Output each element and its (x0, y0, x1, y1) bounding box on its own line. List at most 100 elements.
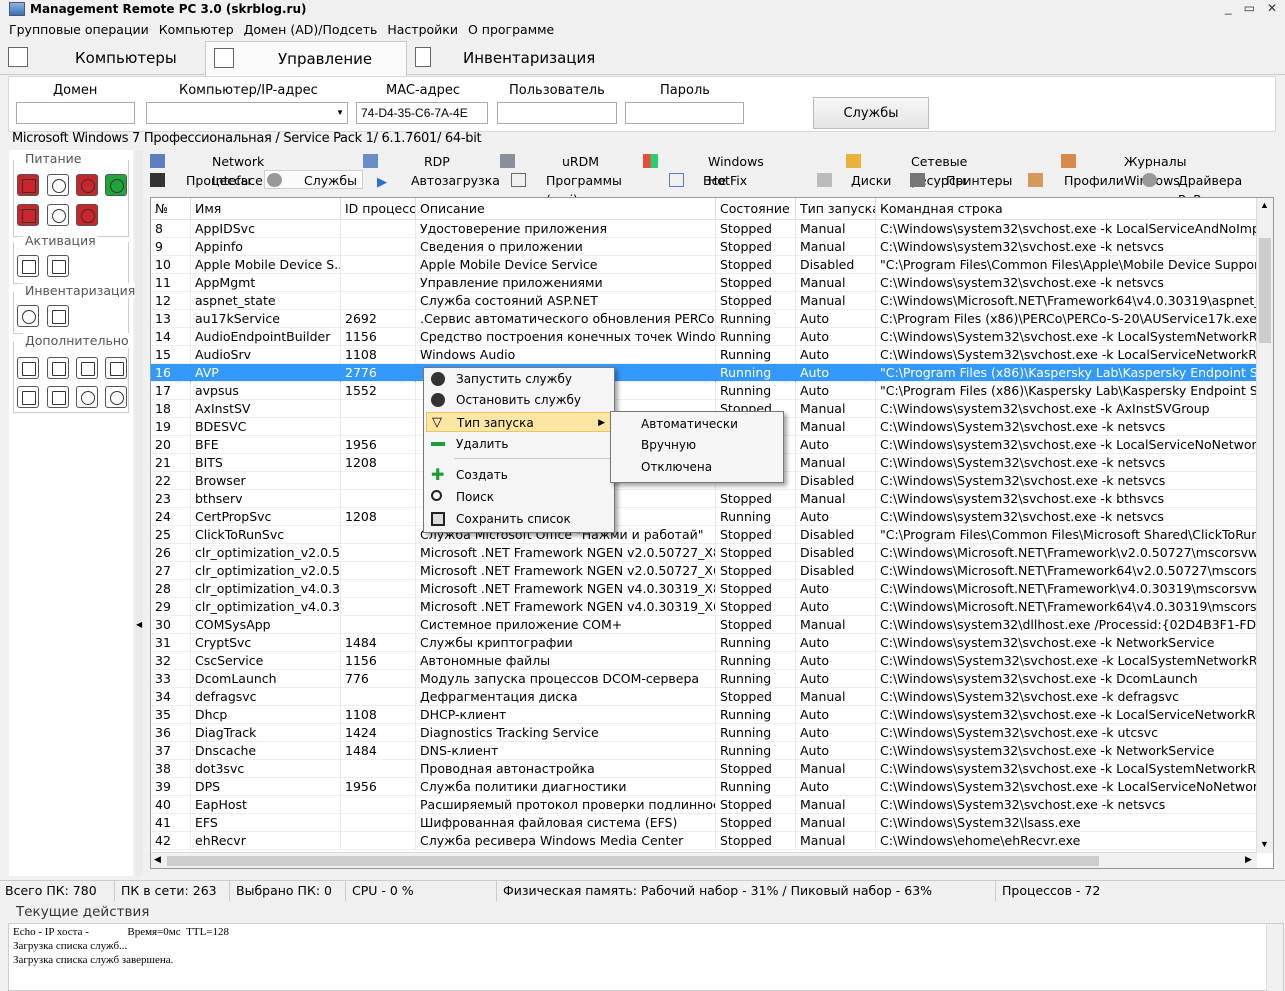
computer-select[interactable]: ▼ (146, 102, 348, 124)
group-logoff-icon[interactable] (17, 204, 39, 226)
table-row[interactable]: 30 COMSysApp Системное приложение COM+ Stop… (151, 616, 1257, 634)
table-row[interactable]: 8 AppIDSvc Удостоверение приложения Stopped… (151, 220, 1257, 238)
table-row[interactable]: 17 avpsus 1552 Running Auto "C:\Program Files… (151, 382, 1257, 400)
tab-processes[interactable]: Процессы (148, 171, 251, 190)
tab-network-resources[interactable]: Сетевые ресурсы (846, 152, 1016, 188)
software-inventory-icon[interactable] (47, 305, 69, 327)
password-field[interactable] (625, 102, 744, 124)
table-row[interactable]: 24 CertPropSvc 1208 Running Auto C:\Windows\s… (151, 508, 1257, 526)
table-row[interactable]: 41 EFS Шифрованная файловая система (EFS) S… (151, 814, 1257, 832)
install-icon[interactable] (17, 386, 39, 408)
table-row[interactable]: 25 ClickToRunSvc Служба Microsoft Office "… (151, 526, 1257, 544)
panel-splitter[interactable]: ◀ (135, 150, 143, 876)
services-button[interactable]: Службы (813, 97, 929, 129)
col-name[interactable]: Имя (191, 198, 341, 220)
tab-printers[interactable]: Принтеры (910, 171, 1012, 190)
table-row[interactable]: 40 EapHost Расширяемый протокол проверки п… (151, 796, 1257, 814)
table-row[interactable]: 26 clr_optimization_v2.0.5... Microsoft .N… (151, 544, 1257, 562)
tab-rdp[interactable]: RDP (361, 152, 461, 171)
tab-profiles[interactable]: Профили (1028, 171, 1128, 190)
tab-msi-programs[interactable]: Программы (msi) (509, 171, 649, 207)
tab-windows-hotfix[interactable]: Windows HotFix (643, 152, 803, 188)
hardware-inventory-icon[interactable] (17, 305, 39, 327)
col-description[interactable]: Описание (416, 198, 716, 220)
group-reboot-icon[interactable] (47, 204, 69, 226)
table-row[interactable]: 23 bthserv Stopped Manual C:\Windows\system3… (151, 490, 1257, 508)
table-row[interactable]: 37 Dnscache 1484 DNS-клиент Running Auto C:\Wi… (151, 742, 1257, 760)
table-row[interactable]: 39 DPS 1956 Служба политики диагностики Runn… (151, 778, 1257, 796)
scroll-thumb[interactable] (1259, 238, 1271, 343)
table-row[interactable]: 11 AppMgmt Управление приложениями Stopped M… (151, 274, 1257, 292)
table-row[interactable]: 34 defragsvc Дефрагментация диска Stopped Ma… (151, 688, 1257, 706)
menu-create[interactable]: ✚ Создать (426, 465, 612, 485)
menu-search[interactable]: Поиск (426, 487, 612, 507)
tab-services[interactable]: Службы (264, 170, 363, 189)
collapse-arrow-icon[interactable]: ◀ (136, 620, 142, 629)
table-row[interactable]: 38 dot3svc Проводная автонастройка Stopped M… (151, 760, 1257, 778)
table-row[interactable]: 28 clr_optimization_v4.0.3... Microsoft .N… (151, 580, 1257, 598)
menu-settings[interactable]: Настройки (387, 20, 458, 39)
table-row[interactable]: 9 Appinfo Сведения о приложении Stopped Manu… (151, 238, 1257, 256)
menu-auto[interactable]: Автоматически (641, 417, 738, 431)
table-row[interactable]: 10 Apple Mobile Device S... Apple Mobile D… (151, 256, 1257, 274)
tab-disks[interactable]: Диски (815, 171, 895, 190)
table-row[interactable]: 15 AudioSrv 1108 Windows Audio Running Auto C:… (151, 346, 1257, 364)
number-icon[interactable] (47, 386, 69, 408)
shutdown-icon[interactable] (76, 174, 98, 196)
monitor-icon[interactable] (105, 357, 127, 379)
tab-all-programs[interactable]: Все программы (667, 171, 797, 207)
tab-computers[interactable]: Компьютеры (0, 41, 205, 75)
reboot-icon[interactable] (47, 174, 69, 196)
log-scrollbar[interactable] (1266, 924, 1283, 991)
logoff-icon[interactable] (17, 174, 39, 196)
group-shutdown-icon[interactable] (76, 204, 98, 226)
power-on-icon[interactable] (105, 174, 127, 196)
user-field[interactable] (497, 102, 617, 124)
network-icon[interactable] (105, 386, 127, 408)
remote-desktop-icon[interactable] (17, 357, 39, 379)
col-start-type[interactable]: Тип запуска (796, 198, 876, 220)
scroll-up-icon[interactable]: ▲ (1260, 200, 1269, 210)
menu-domain[interactable]: Домен (AD)/Подсеть (244, 20, 378, 39)
tab-urdm[interactable]: uRDM (498, 152, 608, 171)
scroll-right-icon[interactable]: ▶ (1245, 854, 1252, 865)
col-state[interactable]: Состояние (716, 198, 796, 220)
tab-windows-logs[interactable]: Журналы Windows (1061, 152, 1236, 188)
tab-autorun[interactable]: ▶ Автозагрузка (377, 171, 500, 190)
table-row[interactable]: 42 ehRecvr Служба ресивера Windows Media C… (151, 832, 1257, 850)
menu-about[interactable]: О программе (468, 20, 554, 39)
minimize-button[interactable]: _ (1225, 1, 1232, 15)
menu-stop-service[interactable]: Остановить службу (426, 390, 612, 410)
domain-field[interactable] (16, 102, 135, 124)
vertical-scrollbar[interactable]: ▲ ▼ (1256, 198, 1273, 853)
table-row[interactable]: 35 Dhcp 1108 DHCP-клиент Running Auto C:\Windo… (151, 706, 1257, 724)
table-row[interactable]: 14 AudioEndpointBuilder 1156 Средство постр… (151, 328, 1257, 346)
table-row[interactable]: 13 au17kService 2692 .Сервис автоматическог… (151, 310, 1257, 328)
menu-computer[interactable]: Компьютер (159, 20, 234, 39)
col-number[interactable]: № (151, 198, 191, 220)
table-row[interactable]: 27 clr_optimization_v2.0.5... Microsoft .N… (151, 562, 1257, 580)
menu-group-operations[interactable]: Групповые операции (9, 20, 149, 39)
users-icon[interactable] (76, 386, 98, 408)
col-command-line[interactable]: Командная строка (876, 198, 1257, 220)
table-row[interactable]: 31 CryptSvc 1484 Службы криптографии Running… (151, 634, 1257, 652)
table-row[interactable]: 32 CscService 1156 Автономные файлы Running A… (151, 652, 1257, 670)
close-button[interactable]: ✕ (1267, 1, 1277, 15)
message-icon[interactable] (47, 357, 69, 379)
menu-save-list[interactable]: Сохранить список (426, 509, 612, 529)
col-pid[interactable]: ID процесса (341, 198, 416, 220)
tab-network-interface[interactable]: Network Inteface (150, 152, 310, 188)
scroll-left-icon[interactable]: ◀ (154, 854, 161, 865)
maximize-button[interactable]: ▭ (1244, 1, 1255, 15)
document-icon[interactable] (76, 357, 98, 379)
scroll-down-icon[interactable]: ▼ (1260, 839, 1269, 849)
table-row[interactable]: 33 DcomLaunch 776 Модуль запуска процессов … (151, 670, 1257, 688)
tab-inventory[interactable]: Инвентаризация (407, 41, 637, 75)
menu-disabled[interactable]: Отключена (641, 460, 712, 474)
tab-management[interactable]: Управление (205, 41, 407, 76)
menu-start-service[interactable]: Запустить службу (426, 369, 612, 389)
table-row[interactable]: 36 DiagTrack 1424 Diagnostics Tracking Serv… (151, 724, 1257, 742)
scroll-thumb[interactable] (167, 856, 1099, 866)
office-activation-icon[interactable] (47, 255, 69, 277)
tab-pnp-drivers[interactable]: Драйвера PnP (1142, 171, 1262, 207)
